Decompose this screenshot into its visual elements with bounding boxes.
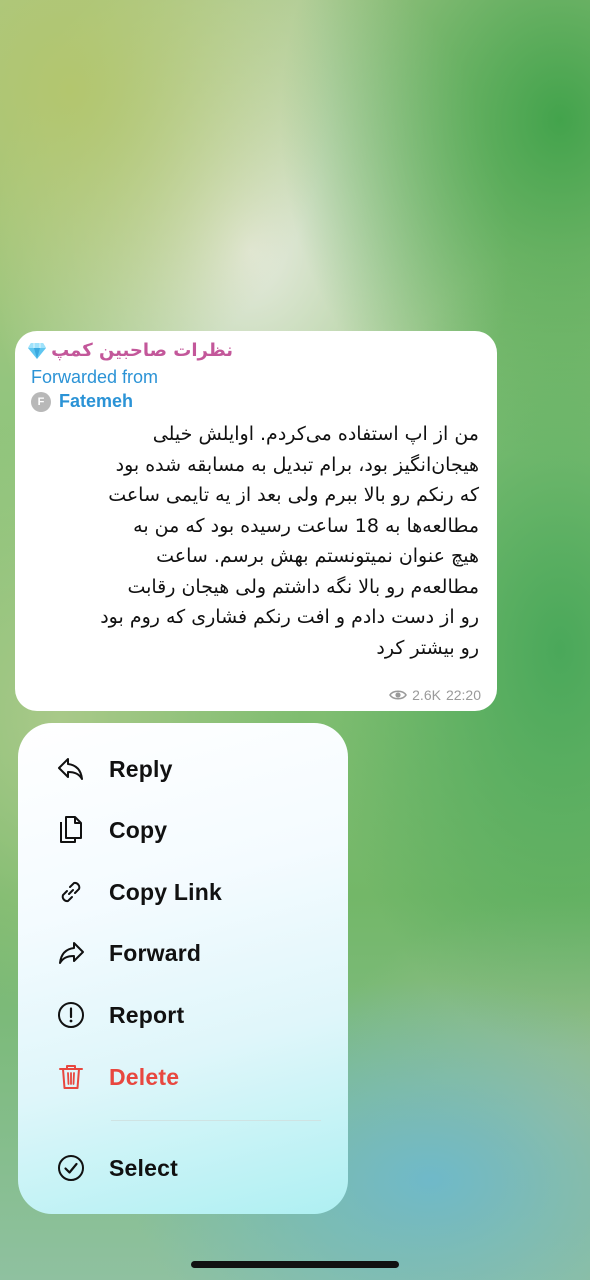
message-line: رو از دست دادم و افت رنکم فشاری که روم ب… bbox=[100, 606, 479, 628]
select-check-icon bbox=[56, 1153, 86, 1183]
copy-menu-item[interactable]: Copy bbox=[18, 802, 348, 858]
copy-link-menu-item[interactable]: Copy Link bbox=[18, 864, 348, 920]
message-line: هیچ عنوان نمیتونستم بهش برسم. ساعت bbox=[156, 545, 479, 567]
author-name[interactable]: Fatemeh bbox=[59, 391, 133, 412]
channel-name: نظرات صاحبین کمپ bbox=[51, 340, 233, 361]
reply-icon bbox=[56, 754, 86, 784]
delete-menu-item[interactable]: Delete bbox=[18, 1049, 348, 1105]
menu-divider bbox=[111, 1120, 321, 1121]
view-count: 2.6K bbox=[412, 687, 441, 703]
message-line: که رنکم رو بالا ببرم ولی بعد از یه تایمی… bbox=[108, 484, 479, 506]
message-line: هیجان‌انگیز بود، برام تبدیل به مسابقه شد… bbox=[115, 453, 479, 476]
home-indicator[interactable] bbox=[191, 1261, 399, 1268]
message-line: مطالعه‌م رو بالا نگه داشتم ولی هیجان رقا… bbox=[127, 575, 479, 598]
trash-icon bbox=[56, 1062, 86, 1092]
copy-icon bbox=[56, 815, 86, 845]
select-menu-item[interactable]: Select bbox=[18, 1140, 348, 1196]
link-icon bbox=[56, 877, 86, 907]
reply-label: Reply bbox=[109, 755, 173, 782]
message-meta: 2.6K 22:20 bbox=[389, 687, 481, 703]
report-menu-item[interactable]: Report bbox=[18, 987, 348, 1043]
delete-label: Delete bbox=[109, 1063, 180, 1090]
report-label: Report bbox=[109, 1001, 185, 1028]
reply-menu-item[interactable]: Reply bbox=[18, 741, 348, 797]
eye-icon bbox=[389, 689, 408, 701]
channel-name-row: نظرات صاحبین کمپ bbox=[27, 340, 233, 361]
forward-icon bbox=[56, 938, 86, 968]
forwarded-author[interactable]: F Fatemeh bbox=[31, 391, 133, 412]
message-text: من از اپ استفاده می‌کردم. اوایلش خیلی هی… bbox=[29, 419, 479, 663]
copy-link-label: Copy Link bbox=[109, 878, 222, 905]
message-time: 22:20 bbox=[445, 687, 481, 703]
forwarded-from-label: Forwarded from bbox=[31, 367, 159, 387]
report-icon bbox=[56, 1000, 86, 1030]
copy-label: Copy bbox=[109, 816, 168, 843]
forward-label: Forward bbox=[109, 939, 202, 966]
message-line: مطالعه‌ها به 18 ساعت رسیده بود که من به bbox=[133, 514, 479, 537]
message-line: من از اپ استفاده می‌کردم. اوایلش خیلی bbox=[152, 423, 479, 445]
forward-menu-item[interactable]: Forward bbox=[18, 925, 348, 981]
diamond-icon bbox=[27, 342, 47, 360]
context-menu: Reply Copy Copy Link Forward Report Dele… bbox=[18, 723, 348, 1214]
message-bubble[interactable]: نظرات صاحبین کمپ Forwarded from F Fateme… bbox=[15, 331, 497, 711]
select-label: Select bbox=[109, 1154, 178, 1181]
message-line: رو بیشتر کرد bbox=[376, 636, 479, 659]
author-avatar: F bbox=[31, 391, 51, 412]
